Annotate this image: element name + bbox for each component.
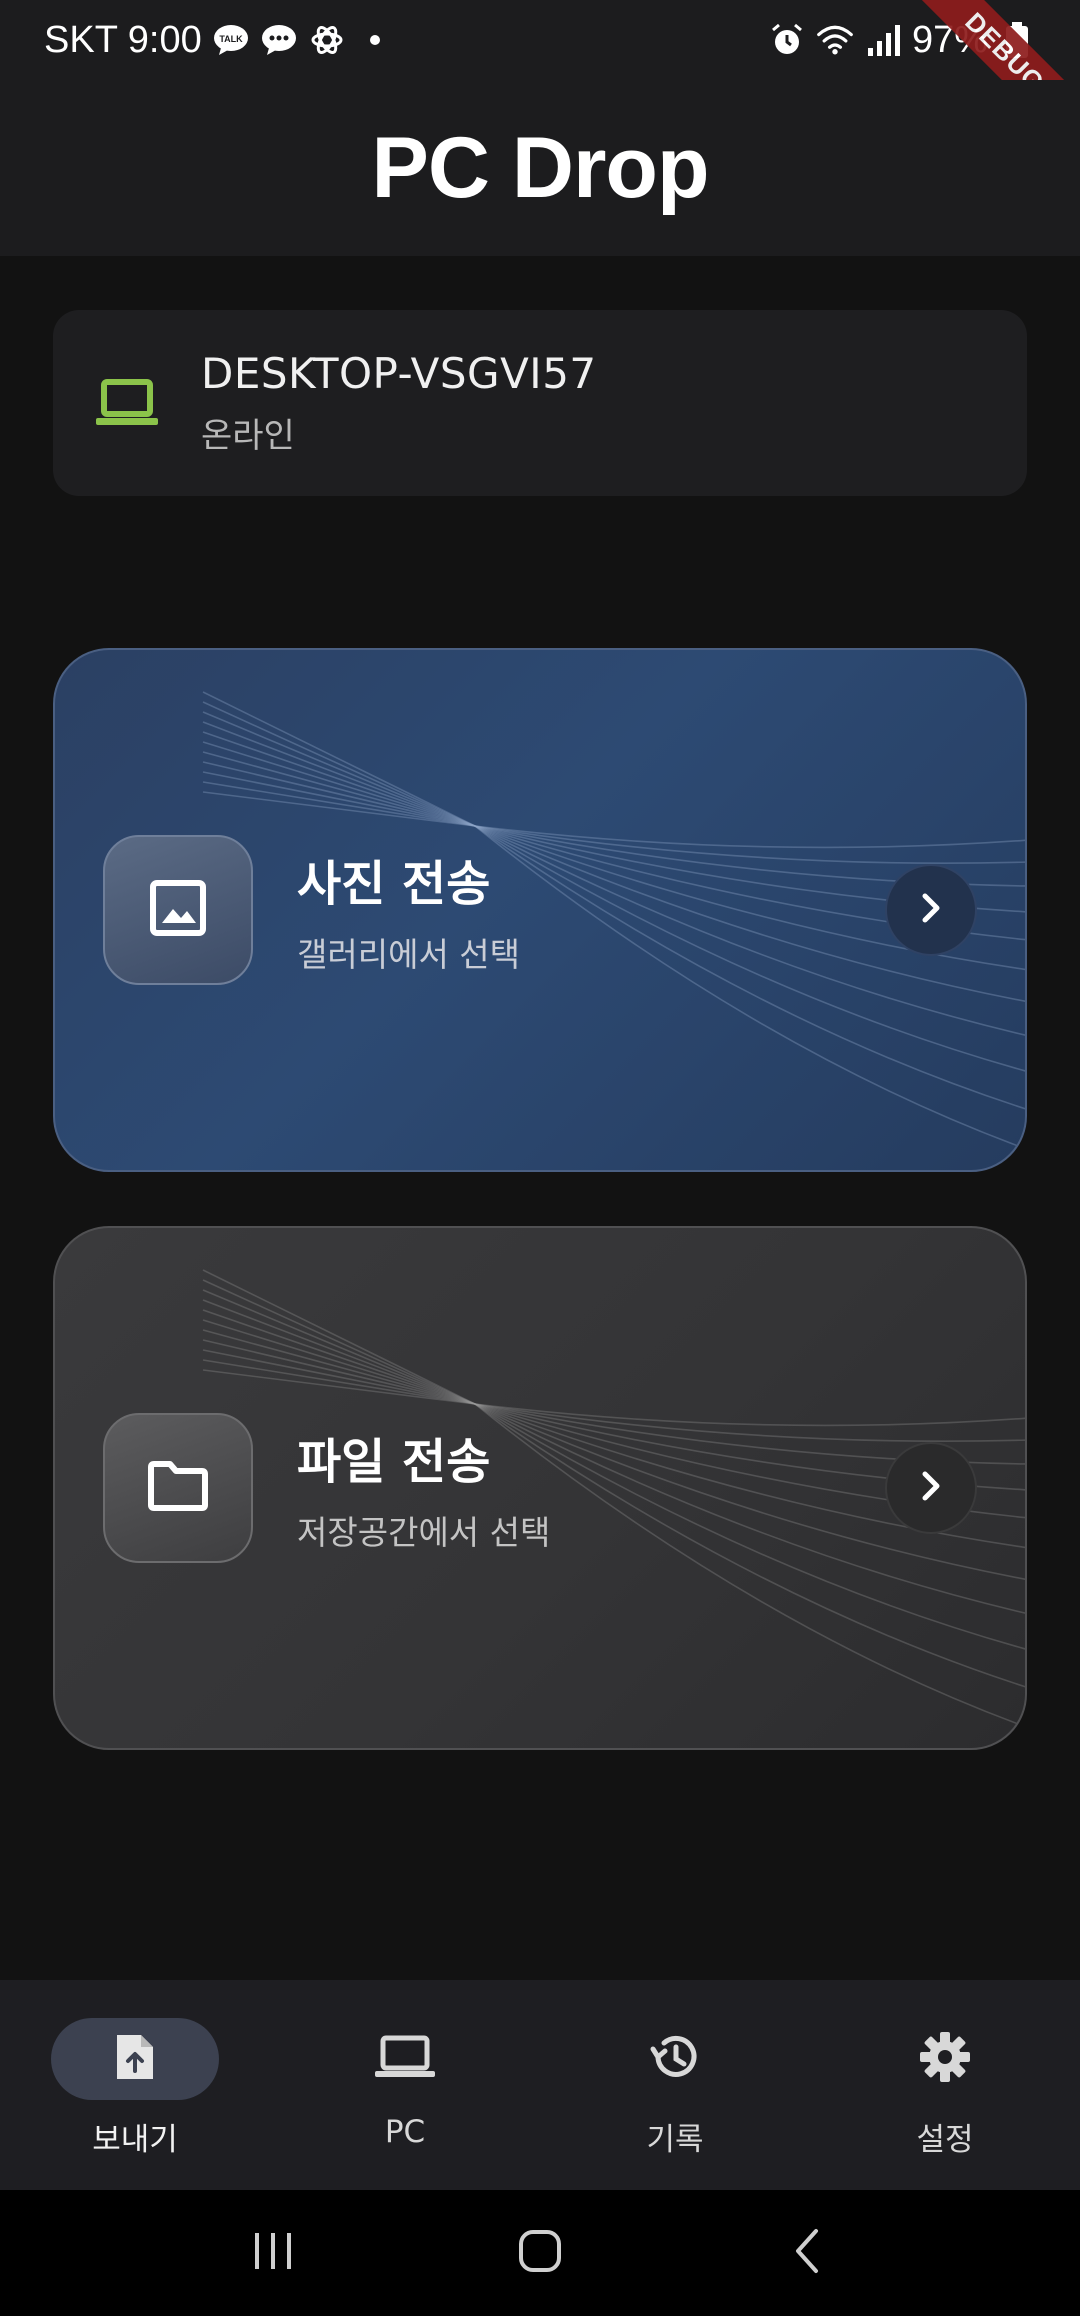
nav-label: PC — [384, 2114, 426, 2150]
nav-pill — [861, 2018, 1029, 2100]
bottom-nav: 보내기 PC 기록 설정 — [0, 1980, 1080, 2190]
page-title: PC Drop — [371, 119, 710, 216]
openai-icon — [308, 21, 346, 59]
recents-button[interactable] — [233, 2213, 313, 2293]
photo-transfer-card[interactable]: 사진 전송 갤러리에서 선택 — [53, 648, 1027, 1172]
signal-icon — [864, 21, 902, 59]
card-title: 사진 전송 — [297, 856, 491, 912]
file-transfer-card[interactable]: 파일 전송 저장공간에서 선택 — [53, 1226, 1027, 1750]
card-subtitle: 갤러리에서 선택 — [297, 935, 521, 974]
settings-icon — [918, 2030, 972, 2088]
card-title: 파일 전송 — [297, 1434, 491, 1490]
back-button[interactable] — [767, 2213, 847, 2293]
dot-icon — [356, 21, 394, 59]
file-upload-icon — [113, 2031, 157, 2087]
nav-item-history[interactable]: 기록 — [540, 1980, 810, 2159]
nav-label: 보내기 — [92, 2122, 178, 2158]
device-status: 온라인 — [201, 416, 295, 456]
nav-label: 설정 — [916, 2122, 974, 2158]
nav-item-send[interactable]: 보내기 — [0, 1980, 270, 2159]
svg-text:TALK: TALK — [219, 34, 243, 44]
chevron-right-icon — [916, 1469, 946, 1507]
file-icon-box — [103, 1413, 253, 1563]
wifi-icon — [816, 21, 854, 59]
laptop-icon — [374, 2034, 436, 2084]
system-nav-bar — [0, 2190, 1080, 2316]
device-info: DESKTOP-VSGVI57 온라인 — [201, 349, 597, 457]
chevron-right-icon — [916, 891, 946, 929]
talk-icon: TALK — [212, 21, 250, 59]
laptop-icon — [95, 378, 159, 428]
image-icon — [149, 879, 207, 941]
home-icon — [518, 2229, 562, 2277]
device-name: DESKTOP-VSGVI57 — [201, 349, 597, 398]
carrier-time: SKT 9:00 — [44, 18, 202, 61]
recents-icon — [251, 2231, 295, 2275]
nav-pill — [591, 2018, 759, 2100]
status-left: SKT 9:00 TALK — [44, 19, 394, 62]
device-card[interactable]: DESKTOP-VSGVI57 온라인 — [53, 310, 1027, 496]
status-bar: SKT 9:00 TALK 97% DEBUG — [0, 0, 1080, 171]
folder-icon — [146, 1459, 210, 1517]
photo-icon-box — [103, 835, 253, 985]
file-arrow-button[interactable] — [885, 1442, 977, 1534]
nav-item-settings[interactable]: 설정 — [810, 1980, 1080, 2159]
card-subtitle: 저장공간에서 선택 — [297, 1513, 551, 1552]
photo-arrow-button[interactable] — [885, 864, 977, 956]
file-card-texts: 파일 전송 저장공간에서 선택 — [297, 1422, 885, 1554]
home-button[interactable] — [500, 2213, 580, 2293]
message-icon — [260, 21, 298, 59]
app-bar: PC Drop — [0, 80, 1080, 256]
nav-label: 기록 — [646, 2122, 704, 2158]
alarm-icon — [768, 21, 806, 59]
history-icon — [648, 2030, 702, 2088]
photo-card-texts: 사진 전송 갤러리에서 선택 — [297, 844, 885, 976]
back-icon — [792, 2227, 822, 2279]
nav-pill — [321, 2018, 489, 2100]
nav-item-pc[interactable]: PC — [270, 1980, 540, 2150]
nav-pill-active — [51, 2018, 219, 2100]
